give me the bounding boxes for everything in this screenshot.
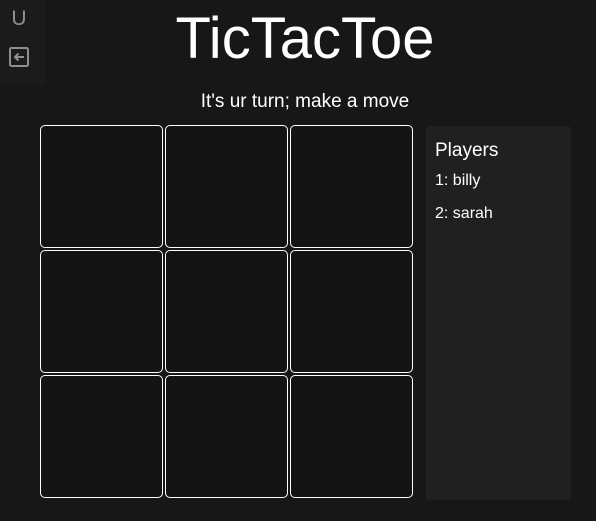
turn-status: It's ur turn; make a move [200, 91, 410, 112]
board-cell-8[interactable] [165, 375, 288, 498]
board-cell-6[interactable] [290, 250, 413, 373]
board-cell-5[interactable] [165, 250, 288, 373]
page-title: TicTacToe [175, 6, 435, 71]
player-item: 1: billy [435, 172, 481, 189]
player-item: 2: sarah [435, 205, 493, 222]
game-board [40, 125, 417, 502]
board-cell-3[interactable] [290, 125, 413, 248]
board-cell-2[interactable] [165, 125, 288, 248]
board-cell-4[interactable] [40, 250, 163, 373]
board-cell-9[interactable] [290, 375, 413, 498]
players-title: Players [435, 140, 499, 161]
board-cell-7[interactable] [40, 375, 163, 498]
players-panel: Players 1: billy 2: sarah [426, 126, 571, 500]
board-cell-1[interactable] [40, 125, 163, 248]
